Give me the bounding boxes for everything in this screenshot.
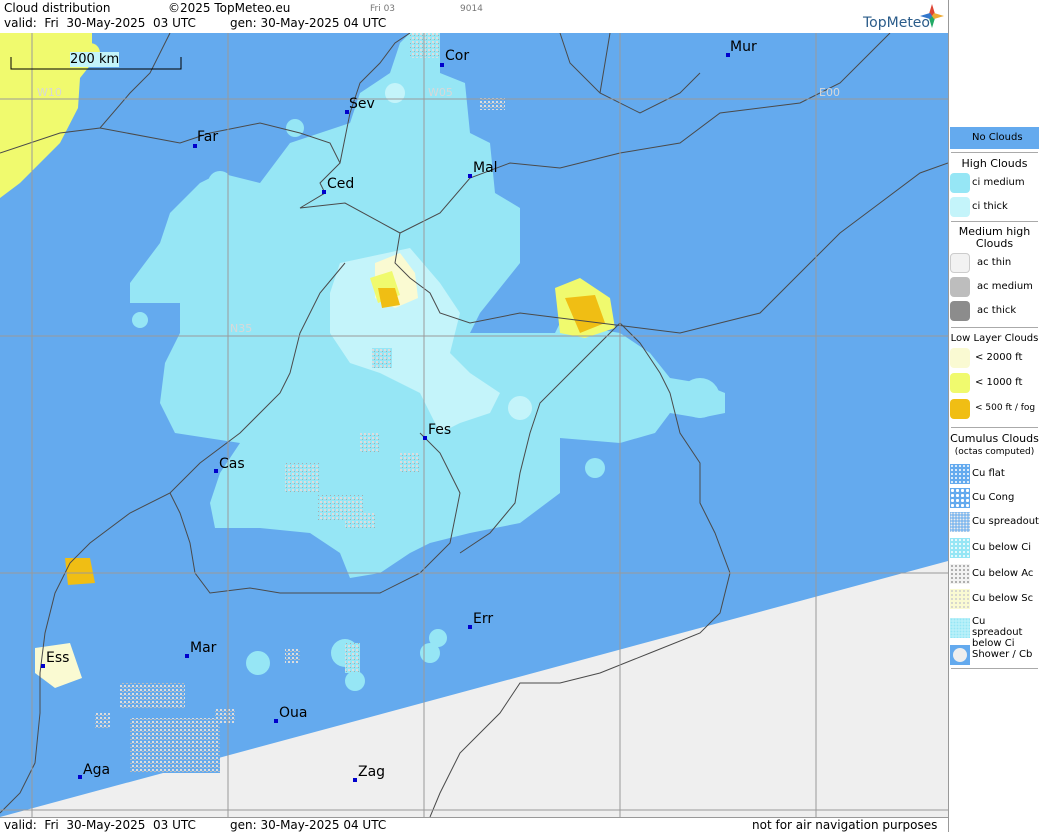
- city-label-far: Far: [197, 129, 219, 145]
- legend-head-low: Low Layer Clouds: [950, 333, 1039, 344]
- city-dot-ced: [322, 190, 326, 194]
- map-canvas: [0, 33, 948, 817]
- footer-disclaimer: not for air navigation purposes: [752, 818, 938, 832]
- legend-swatch-low-500: [950, 399, 970, 419]
- legend-label-ac-medium: ac medium: [977, 281, 1033, 292]
- legend-ac-thick: ac thick: [949, 301, 1039, 323]
- compass-logo-icon: [920, 4, 944, 28]
- legend-label-shower: Shower / Cb: [972, 649, 1033, 660]
- city-dot-zag: [353, 778, 357, 782]
- legend-label-cu-spreadout: Cu spreadout: [972, 516, 1039, 527]
- city-label-mar: Mar: [190, 640, 217, 656]
- legend-cu-spreadout: Cu spreadout: [949, 512, 1039, 534]
- city-dot-err: [468, 625, 472, 629]
- city-dot-ess: [41, 664, 45, 668]
- header-small-code: 9014: [460, 4, 483, 14]
- city-label-cor: Cor: [445, 48, 470, 64]
- legend-low-500: < 500 ft / fog: [949, 399, 1039, 421]
- legend-head-high: High Clouds: [961, 157, 1028, 170]
- legend-cu-cong: Cu Cong: [949, 488, 1039, 510]
- legend-panel: No Clouds High Clouds ci medium ci thick…: [948, 0, 1039, 832]
- legend-swatch-ci-medium: [950, 173, 970, 193]
- legend-swatch-cu-below-sc: [950, 589, 970, 609]
- legend-label-ci-thick: ci thick: [972, 201, 1008, 212]
- legend-cu-below-ac: Cu below Ac: [949, 564, 1039, 586]
- city-label-oua: Oua: [279, 705, 308, 721]
- legend-cu-flat: Cu flat: [949, 464, 1039, 486]
- city-label-sev: Sev: [349, 96, 375, 112]
- generated-time: gen: 30-May-2025 04 UTC: [230, 16, 387, 30]
- legend-no-clouds: No Clouds: [949, 127, 1039, 149]
- legend-label-cu-cong: Cu Cong: [972, 492, 1015, 503]
- legend-swatch-ac-thin: [950, 253, 970, 273]
- legend-shower: Shower / Cb: [949, 645, 1039, 667]
- legend-label-cu-below-sc: Cu below Sc: [972, 593, 1034, 604]
- legend-label-ac-thick: ac thick: [977, 305, 1017, 316]
- legend-label-low-500: < 500 ft / fog: [975, 403, 1036, 413]
- header-small-time: Fri 03: [370, 4, 396, 14]
- footer-generated-time: gen: 30-May-2025 04 UTC: [230, 818, 387, 832]
- legend-cu-below-sc: Cu below Sc: [949, 589, 1039, 611]
- legend-ci-thick: ci thick: [949, 197, 1039, 219]
- legend-label-cu-below-ac: Cu below Ac: [972, 568, 1034, 579]
- grid-label-e00: E00: [819, 86, 840, 99]
- city-dot-oua: [274, 719, 278, 723]
- legend-swatch-cu-below-ac: [950, 564, 970, 584]
- city-label-mur: Mur: [730, 39, 757, 55]
- legend-swatch-low-2000: [950, 348, 970, 368]
- legend-swatch-shower: [950, 645, 970, 665]
- legend-low-2000: < 2000 ft: [949, 348, 1039, 370]
- city-label-ced: Ced: [327, 176, 355, 192]
- footer-bar: valid: Fri 30-May-2025 03 UTC gen: 30-Ma…: [0, 817, 948, 833]
- legend-label-low-1000: < 1000 ft: [975, 377, 1023, 388]
- legend-swatch-cu-spreadout-ci: [950, 618, 970, 638]
- legend-ac-medium: ac medium: [949, 277, 1039, 299]
- city-dot-aga: [78, 775, 82, 779]
- legend-swatch-cu-spreadout: [950, 512, 970, 532]
- legend-ac-thin: ac thin: [949, 253, 1039, 275]
- city-label-cas: Cas: [219, 456, 245, 472]
- map-title: Cloud distribution: [4, 1, 111, 15]
- city-dot-mar: [185, 654, 189, 658]
- grid-label-n35: N35: [230, 322, 253, 335]
- legend-label-cu-below-ci: Cu below Ci: [972, 542, 1032, 553]
- legend-swatch-low-1000: [950, 373, 970, 393]
- legend-cu-below-ci: Cu below Ci: [949, 538, 1039, 560]
- grid-label-w05: W05: [428, 86, 453, 99]
- legend-sub-cumulus: (octas computed): [954, 447, 1035, 457]
- legend-label-low-2000: < 2000 ft: [975, 352, 1023, 363]
- legend-swatch-cu-below-ci: [950, 538, 970, 558]
- legend-head-cumulus: Cumulus Clouds: [950, 432, 1039, 445]
- legend-swatch-cu-cong: [950, 488, 970, 508]
- footer-valid-time: valid: Fri 30-May-2025 03 UTC: [4, 818, 196, 832]
- copyright-text: ©2025 TopMeteo.eu: [168, 1, 291, 15]
- scale-bar-label: 200 km: [70, 52, 120, 67]
- legend-swatch-ci-thick: [950, 197, 970, 217]
- city-label-fes: Fes: [428, 422, 452, 438]
- city-dot-cas: [214, 469, 218, 473]
- city-dot-fes: [423, 436, 427, 440]
- cloud-map[interactable]: W10 W05 E00 N35 200 km Cor Mur Sev Far M…: [0, 33, 948, 817]
- legend-swatch-ac-thick: [950, 301, 970, 321]
- legend-head-medium: Medium high Clouds: [958, 225, 1031, 250]
- legend-label-ac-thin: ac thin: [977, 257, 1012, 268]
- city-label-err: Err: [473, 611, 494, 627]
- legend-ci-medium: ci medium: [949, 173, 1039, 195]
- legend-label-cu-flat: Cu flat: [972, 468, 1005, 479]
- legend-label-no-clouds: No Clouds: [972, 132, 1023, 143]
- valid-time: valid: Fri 30-May-2025 03 UTC: [4, 16, 196, 30]
- city-label-zag: Zag: [358, 764, 386, 780]
- legend-swatch-cu-flat: [950, 464, 970, 484]
- legend-cu-spreadout-ci: Cu spreadout below Ci: [949, 616, 1039, 649]
- city-dot-mal: [468, 174, 472, 178]
- city-label-aga: Aga: [83, 762, 111, 778]
- legend-low-1000: < 1000 ft: [949, 373, 1039, 395]
- city-label-mal: Mal: [473, 160, 498, 176]
- city-dot-cor: [440, 63, 444, 67]
- city-label-ess: Ess: [46, 650, 70, 666]
- header-bar: Cloud distribution ©2025 TopMeteo.eu Fri…: [0, 0, 948, 34]
- legend-swatch-ac-medium: [950, 277, 970, 297]
- legend-label-ci-medium: ci medium: [972, 177, 1025, 188]
- grid-label-w10: W10: [37, 86, 62, 99]
